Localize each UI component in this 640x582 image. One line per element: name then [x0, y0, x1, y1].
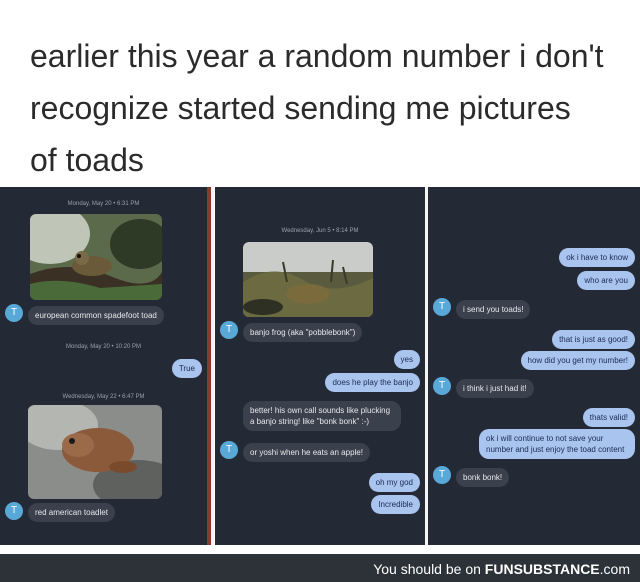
incoming-message: banjo frog (aka "pobblebonk"): [243, 323, 363, 342]
outgoing-message: how did you get my number!: [520, 351, 635, 370]
post-caption: earlier this year a random number i don'…: [30, 30, 630, 186]
contact-avatar: T: [5, 502, 23, 520]
incoming-message: red american toadlet: [28, 503, 115, 522]
incoming-message: or yoshi when he eats an apple!: [243, 443, 370, 462]
contact-avatar: T: [433, 298, 451, 316]
toad-photo-red-toadlet: [28, 405, 162, 499]
toad-photo-banjo-frog: [243, 242, 373, 317]
incoming-message: i send you toads!: [456, 300, 531, 319]
contact-avatar: T: [433, 377, 451, 395]
outgoing-message: ok i will continue to not save your numb…: [479, 429, 635, 459]
outgoing-message: who are you: [577, 271, 635, 290]
timestamp: Monday, May 20 • 10:20 PM: [65, 344, 142, 350]
contact-avatar: T: [433, 466, 451, 484]
chat-screenshot-2: Wednesday, Jun 5 • 8:14 PM T banjo frog …: [215, 187, 425, 545]
incoming-message: european common spadefoot toad: [28, 306, 164, 325]
incoming-message: bonk bonk!: [456, 468, 510, 487]
incoming-message: better! his own call sounds like pluckin…: [243, 401, 401, 431]
caption-line-2: recognize started sending me pictures: [30, 90, 571, 126]
chat-screenshot-3: ok i have to know who are you T i send y…: [428, 187, 640, 545]
timestamp: Wednesday, May 22 • 6:47 PM: [62, 394, 145, 400]
footer-brand: FUNSUBSTANCE: [484, 561, 600, 577]
footer-text: You should be on FUNSUBSTANCE.com: [373, 561, 630, 577]
contact-avatar: T: [5, 304, 23, 322]
outgoing-message: Incredible: [371, 495, 420, 514]
caption-line-3: of toads: [30, 142, 144, 178]
incoming-message: i think i just had it!: [456, 379, 534, 398]
site-footer-banner: You should be on FUNSUBSTANCE.com: [0, 554, 640, 582]
outgoing-message: thats valid!: [582, 408, 635, 427]
outgoing-message: yes: [393, 350, 420, 369]
contact-avatar: T: [220, 321, 238, 339]
chat-screenshot-1: Monday, May 20 • 6:31 PM T european comm…: [0, 187, 211, 545]
toad-photo-spadefoot: [30, 214, 162, 300]
outgoing-message: does he play the banjo: [325, 373, 420, 392]
outgoing-message: True: [171, 359, 202, 378]
contact-avatar: T: [220, 441, 238, 459]
timestamp: Monday, May 20 • 6:31 PM: [67, 201, 140, 207]
caption-line-1: earlier this year a random number i don'…: [30, 38, 604, 74]
outgoing-message: oh my god: [368, 473, 420, 492]
footer-suffix: .com: [599, 561, 630, 577]
panel-divider: [211, 187, 214, 545]
footer-prefix: You should be on: [373, 561, 485, 577]
outgoing-message: that is just as good!: [552, 330, 635, 349]
outgoing-message: ok i have to know: [559, 248, 635, 267]
timestamp: Wednesday, Jun 5 • 8:14 PM: [281, 228, 359, 234]
